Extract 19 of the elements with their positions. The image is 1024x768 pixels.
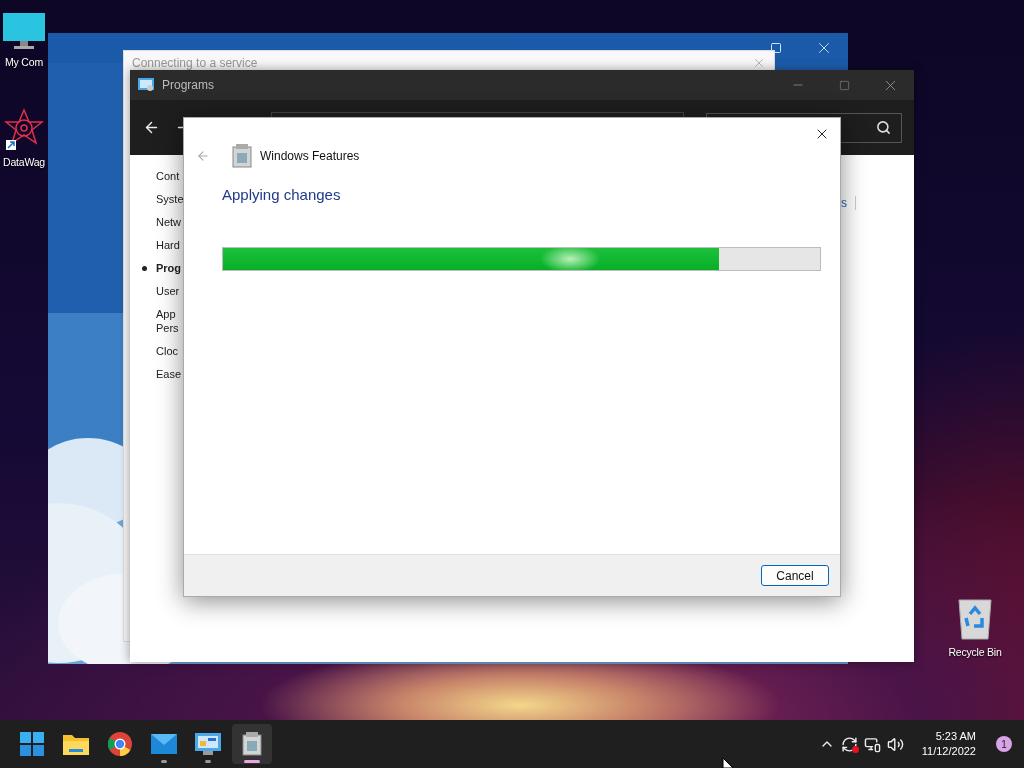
- window-title: Connecting to a service: [132, 56, 258, 70]
- desktop-icon-label[interactable]: Recycle Bin: [948, 646, 1002, 658]
- sidebar-link[interactable]: Prog: [156, 261, 182, 275]
- sidebar-link[interactable]: Cont: [156, 169, 180, 183]
- sidebar-link[interactable]: App Pers: [156, 307, 179, 335]
- sidebar-link[interactable]: Cloc: [156, 344, 178, 358]
- sidebar-link[interactable]: Netw: [156, 215, 182, 229]
- dialog-title: Windows Features: [260, 149, 360, 163]
- sidebar-link[interactable]: User: [156, 284, 180, 298]
- status-heading: Applying changes: [222, 186, 342, 203]
- sidebar-link[interactable]: Hard: [156, 238, 180, 252]
- desktop-icon-label[interactable]: DataWag: [3, 156, 45, 168]
- notification-badge[interactable]: 1: [996, 736, 1012, 752]
- clock[interactable]: 5:23 AM 11/12/2022: [921, 729, 976, 759]
- sidebar-link[interactable]: Ease: [156, 367, 182, 381]
- sidebar-link[interactable]: Syste: [156, 192, 184, 206]
- window-title: Programs: [162, 78, 215, 92]
- desktop-icon-label[interactable]: My Com: [5, 56, 43, 68]
- cancel-button[interactable]: Cancel: [761, 565, 829, 586]
